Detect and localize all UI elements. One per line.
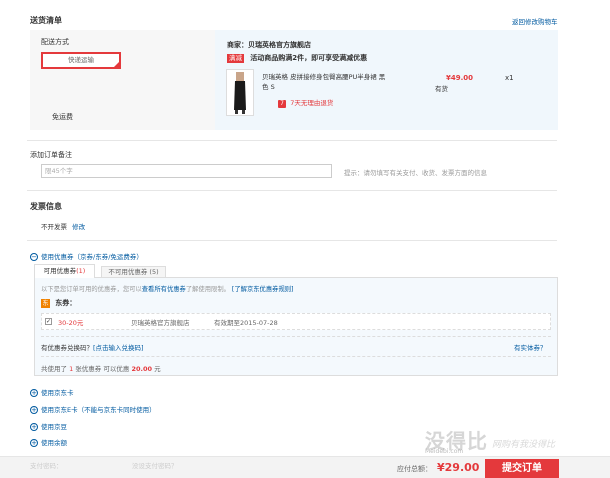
expand-plus-icon: +	[30, 406, 38, 414]
use-jd-card[interactable]: + 使用京东卡	[30, 387, 74, 397]
promo-text: 活动商品购满2件，即可享受满减优惠	[250, 54, 368, 62]
order-remark-input[interactable]: 限45个字	[41, 164, 332, 178]
watermark-slogan: 网购有我没得比	[492, 440, 556, 450]
tab-available-coupons[interactable]: 可用优惠券(1)	[34, 264, 95, 278]
seven-day-return-icon: 7	[278, 100, 286, 108]
delivery-title: 送货清单	[30, 16, 62, 25]
payment-password-hint: 支付密码：	[30, 462, 63, 470]
view-all-coupons-link[interactable]: 查看所有优惠券	[142, 286, 186, 293]
use-jd-beans[interactable]: + 使用京豆	[30, 421, 67, 431]
remark-tip: 提示：请勿填写有关支付、收货、发票方面的信息	[344, 169, 487, 177]
product-quantity: x1	[505, 74, 514, 82]
coupon-checkbox[interactable]: ✓	[45, 318, 52, 325]
promo-tag: 满减	[227, 54, 244, 63]
skirt-image-icon	[234, 72, 246, 114]
collapse-minus-icon: −	[30, 253, 38, 261]
promo-row: 满减 活动商品购满2件，即可享受满减优惠	[227, 53, 367, 63]
coupon-discount: 20.00	[131, 365, 153, 373]
invoice-status-row: 不开发票 修改	[41, 221, 85, 231]
invoice-title: 发票信息	[30, 202, 62, 211]
divider	[41, 336, 551, 337]
divider	[41, 356, 551, 357]
invoice-status: 不开发票	[41, 223, 67, 231]
watermark-sub: Meidebi.com	[425, 448, 464, 455]
divider	[27, 140, 557, 141]
product-price: ¥49.00	[446, 74, 474, 82]
submit-order-button[interactable]: 提交订单	[485, 459, 559, 478]
use-jd-ecard[interactable]: + 使用京东E卡（不能与京东卡同时使用）	[30, 404, 156, 414]
free-shipping-text: 免运费	[52, 113, 73, 121]
expand-plus-icon: +	[30, 439, 38, 447]
dongquan-label: 东券：	[55, 299, 77, 307]
use-balance[interactable]: + 使用余额	[30, 437, 67, 447]
coupon-count: 1	[69, 365, 74, 373]
expand-plus-icon: +	[30, 389, 38, 397]
dongquan-group: 东 东券：	[41, 298, 76, 308]
back-to-cart-link[interactable]: 返回修改购物车	[512, 16, 558, 26]
coupon-summary: 共使用了 1 张优惠券 可以优惠 20.00 元	[41, 365, 161, 373]
coupon-rules-link[interactable]: [了解京东优惠券规则]	[232, 286, 294, 293]
shop-name: 商家：贝瑞英格官方旗舰店	[227, 41, 311, 49]
enter-exchange-code-link[interactable]: [点击输入兑换码]	[93, 344, 144, 352]
expand-plus-icon: +	[30, 423, 38, 431]
express-shipping-button[interactable]: 快递运输	[41, 52, 121, 69]
product-name[interactable]: 贝瑞英格 皮拼接修身包臀高腰PU半身裙 黑 色 S	[262, 72, 412, 92]
physical-coupon-link[interactable]: 有实体券？	[514, 342, 547, 352]
express-shipping-label: 快递运输	[68, 56, 94, 64]
return-policy: 7 7天无理由退货	[278, 97, 333, 108]
dong-coupon-badge-icon: 东	[41, 299, 50, 308]
product-thumbnail[interactable]	[226, 69, 254, 116]
divider	[27, 240, 557, 241]
coupon-toggle[interactable]: − 使用优惠券（京券/东券/免运费券）	[30, 251, 143, 261]
order-remark-label: 添加订单备注	[30, 151, 72, 159]
total-label: 应付总额：	[397, 465, 432, 473]
coupon-amount: 30-20元	[58, 319, 84, 327]
coupon-info: 以下是您订单可用的优惠券，您可以查看所有优惠券了解使用限制。 [了解京东优惠券规则…	[41, 286, 294, 293]
coupon-item-row[interactable]	[41, 313, 551, 330]
exchange-code-row: 有优惠券兑换码？[点击输入兑换码]	[41, 344, 144, 352]
tab-unavailable-coupons[interactable]: 不可用优惠券 (5)	[101, 266, 166, 278]
return-policy-text: 7天无理由退货	[290, 99, 334, 107]
coupon-validity: 有效期至2015-07-28	[214, 319, 278, 327]
total-amount: ¥29.00	[437, 461, 480, 474]
coupon-shop: 贝瑞英格官方旗舰店	[131, 319, 190, 327]
no-password-hint: 没设支付密码？	[132, 462, 178, 470]
divider	[27, 190, 557, 191]
delivery-method-label: 配送方式	[41, 38, 69, 46]
stock-status: 有货	[435, 85, 448, 93]
selected-corner-icon	[113, 61, 120, 68]
invoice-edit-link[interactable]: 修改	[72, 223, 85, 231]
